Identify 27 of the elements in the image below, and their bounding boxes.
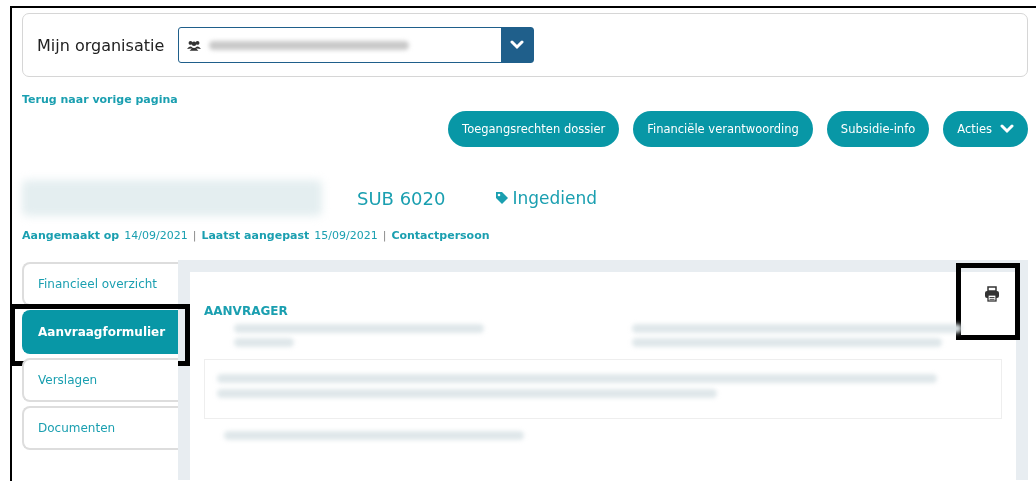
meta-label: Contactpersoon (391, 229, 490, 242)
caret-icon (1000, 124, 1014, 134)
action-button[interactable]: Subsidie-info (826, 111, 930, 147)
meta-label: Laatst aangepast (201, 229, 310, 242)
action-button[interactable]: Financiële verantwoording (633, 111, 813, 147)
group-icon (187, 39, 202, 51)
side-tab[interactable]: Verslagen (22, 358, 178, 402)
side-tab[interactable]: Financieel overzicht (22, 262, 178, 306)
organisation-label: Mijn organisatie (37, 35, 165, 55)
blurred-text (234, 338, 294, 347)
meta-label: Aangemaakt op (22, 229, 120, 242)
caret-icon (501, 28, 534, 62)
actions-dropdown[interactable]: Acties (943, 111, 1028, 147)
section-heading: AANVRAGER (204, 304, 289, 318)
tag-icon (495, 191, 510, 205)
action-button[interactable]: Toegangsrechten dossier (448, 111, 620, 147)
meta-value: 14/09/2021 (124, 229, 188, 242)
side-tab[interactable]: Documenten (22, 406, 178, 450)
separator: | (192, 229, 197, 242)
side-tab[interactable]: Aanvraagformulier (22, 310, 178, 354)
back-link[interactable]: Terug naar vorige pagina (22, 93, 178, 106)
dossier-number: SUB 6020 (357, 187, 446, 209)
separator: | (382, 229, 387, 242)
print-icon[interactable] (984, 286, 1000, 302)
meta-value: 15/09/2021 (314, 229, 378, 242)
status-label: Ingediend (495, 188, 598, 208)
organisation-select[interactable] (178, 27, 535, 63)
